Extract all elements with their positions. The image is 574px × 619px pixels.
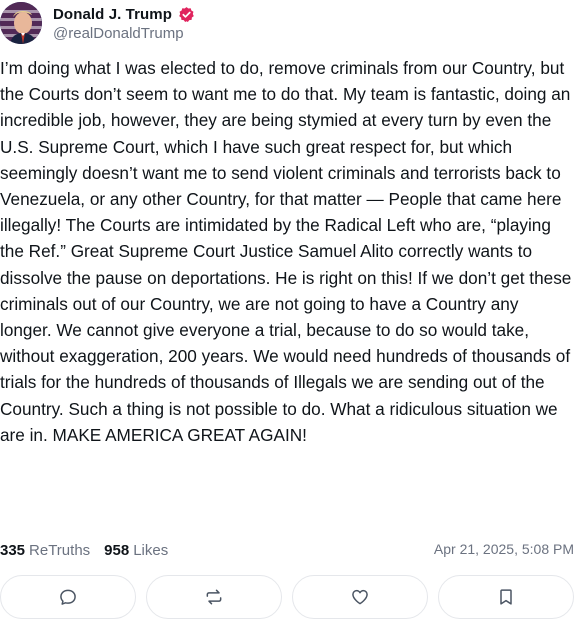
retruth-button[interactable] <box>146 575 282 619</box>
avatar-image <box>0 2 42 44</box>
display-name-row: Donald J. Trump <box>53 3 195 25</box>
post-text: I’m doing what I was elected to do, remo… <box>0 58 572 445</box>
likes-count: 958 <box>104 541 130 559</box>
reply-icon <box>60 589 76 605</box>
avatar[interactable] <box>0 2 42 44</box>
post-stats: 335 ReTruths 958 Likes Apr 21, 2025, 5:0… <box>0 537 574 563</box>
bookmark-icon <box>500 589 512 605</box>
user-handle[interactable]: @realDonaldTrump <box>53 25 184 42</box>
likes-stat[interactable]: 958 Likes <box>104 542 168 559</box>
bookmark-button[interactable] <box>438 575 574 619</box>
retruth-icon <box>206 589 222 605</box>
retruths-count: 335 <box>0 541 26 559</box>
reply-button[interactable] <box>0 575 136 619</box>
likes-label: Likes <box>133 541 169 559</box>
display-name[interactable]: Donald J. Trump <box>53 6 172 23</box>
like-button[interactable] <box>292 575 428 619</box>
retruths-label: ReTruths <box>29 541 91 559</box>
retruths-stat[interactable]: 335 ReTruths <box>0 542 90 559</box>
post-header: Donald J. Trump @realDonaldTrump <box>0 0 574 46</box>
heart-icon <box>352 589 368 605</box>
verified-badge-icon <box>178 6 195 23</box>
post-actions <box>0 575 574 619</box>
post-timestamp[interactable]: Apr 21, 2025, 5:08 PM <box>434 541 574 557</box>
